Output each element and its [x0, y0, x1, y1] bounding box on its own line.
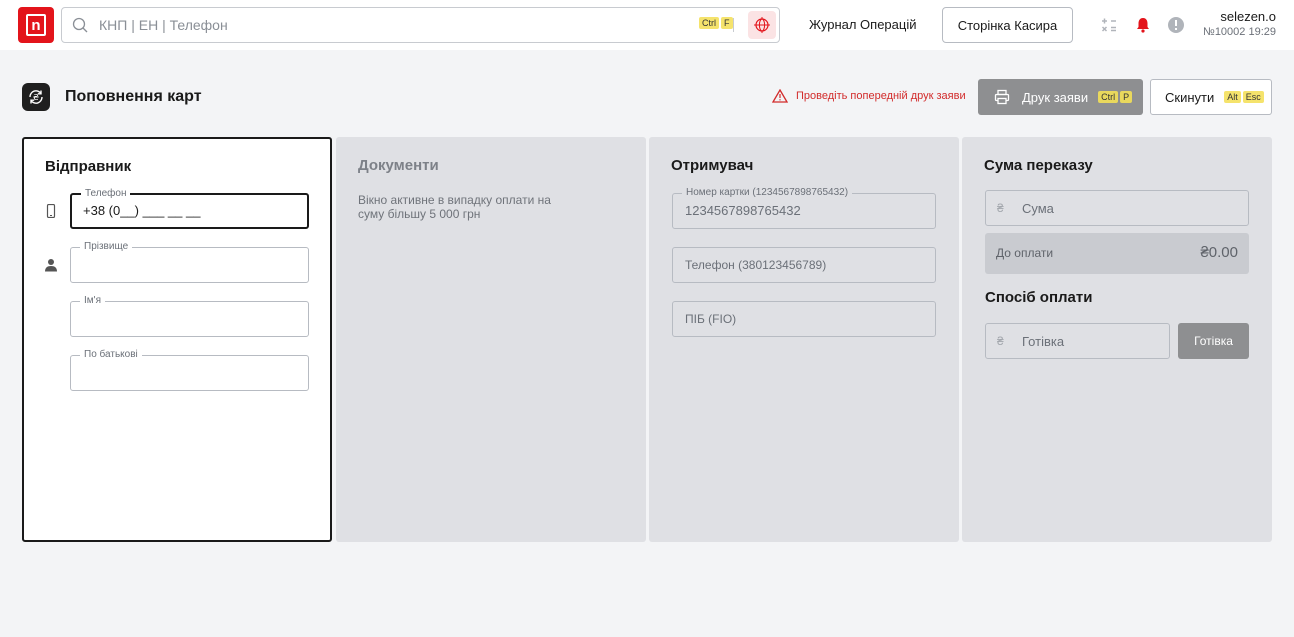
sender-patronymic-field[interactable]: По батькові	[70, 348, 309, 391]
search-icon	[72, 17, 88, 33]
card-top-up-icon: ₴	[22, 83, 50, 111]
amount-input[interactable]: ₴ Сума	[985, 190, 1249, 226]
print-application-button[interactable]: Друк заяви Ctrl P	[978, 79, 1143, 115]
documents-title: Документи	[358, 157, 439, 174]
sender-title: Відправник	[45, 158, 132, 175]
sender-surname-field[interactable]: Прізвище	[70, 240, 309, 283]
to-pay-row: До оплати ₴0.00	[985, 233, 1249, 274]
reset-button-label: Скинути	[1165, 89, 1215, 105]
search-input[interactable]: КНП | ЕН | Телефон Ctrl F	[61, 7, 780, 43]
receiver-phone-field[interactable]: Телефон (380123456789)	[672, 247, 936, 283]
search-divider	[733, 18, 734, 32]
person-icon	[45, 259, 57, 272]
sender-phone-label: Телефон	[81, 187, 131, 200]
search-shortcut: Ctrl F	[697, 13, 733, 31]
sender-surname-label: Прізвище	[80, 240, 133, 253]
print-kbd-ctrl: Ctrl	[1098, 91, 1119, 103]
user-meta: №10002 19:29	[1203, 26, 1276, 38]
receiver-phone-placeholder: Телефон (380123456789)	[685, 258, 827, 272]
cash-payment-button[interactable]: Готівка	[1178, 323, 1249, 359]
hryvnia-refresh-icon: ₴	[29, 90, 43, 104]
logo-letter: n	[26, 14, 46, 36]
sender-phone-field[interactable]: Телефон +38 (0__) ___ __ __	[70, 187, 309, 229]
payment-currency-icon: ₴	[997, 334, 1004, 348]
payment-method-field[interactable]: ₴ Готівка	[985, 323, 1170, 359]
payment-method-title: Спосіб оплати	[985, 289, 1093, 306]
amount-placeholder: Сума	[1022, 201, 1054, 216]
info-icon[interactable]	[1167, 16, 1185, 34]
receiver-card-field[interactable]: Номер картки (1234567898765432) 12345678…	[672, 186, 936, 229]
reset-button[interactable]: Скинути Alt Esc	[1150, 79, 1272, 115]
transfer-sum-panel: Сума переказу ₴ Сума До оплати ₴0.00 Спо…	[962, 137, 1272, 542]
reset-kbd-alt: Alt	[1224, 91, 1241, 103]
sender-name-label: Ім'я	[80, 294, 105, 307]
receiver-fio-field[interactable]: ПІБ (FIO)	[672, 301, 936, 337]
to-pay-label: До оплати	[996, 246, 1054, 260]
receiver-panel: Отримувач Номер картки (1234567898765432…	[649, 137, 959, 542]
search-placeholder: КНП | ЕН | Телефон	[99, 17, 228, 33]
globe-search-button[interactable]	[748, 11, 776, 39]
receiver-fio-placeholder: ПІБ (FIO)	[685, 312, 737, 326]
print-kbd-p: P	[1120, 91, 1133, 103]
warning-icon	[772, 89, 788, 103]
svg-text:₴: ₴	[33, 93, 39, 102]
documents-panel: Документи Вікно активне в випадку оплати…	[336, 137, 646, 542]
payment-method-value: Готівка	[1022, 334, 1065, 349]
sender-phone-value: +38 (0__) ___ __ __	[83, 203, 201, 218]
user-info[interactable]: selezen.o №10002 19:29	[1203, 9, 1276, 38]
phone-icon	[46, 204, 56, 218]
calculator-icon[interactable]	[1100, 16, 1118, 34]
sender-patronymic-label: По батькові	[80, 348, 142, 361]
logo[interactable]: n	[18, 7, 54, 43]
print-warning: Проведіть попередній друк заяви	[772, 89, 966, 103]
top-bar: n КНП | ЕН | Телефон Ctrl F Журнал Операц…	[0, 0, 1294, 50]
bell-icon[interactable]	[1134, 16, 1152, 34]
user-name: selezen.o	[1220, 9, 1276, 24]
cashier-page-button[interactable]: Сторінка Касира	[942, 7, 1073, 43]
sender-panel: Відправник Телефон +38 (0__) ___ __ __ П…	[22, 137, 332, 542]
reset-kbd-esc: Esc	[1242, 91, 1264, 103]
to-pay-value: ₴0.00	[1200, 244, 1238, 261]
receiver-title: Отримувач	[671, 157, 754, 174]
journal-link[interactable]: Журнал Операцій	[809, 17, 917, 32]
globe-icon	[754, 17, 770, 33]
amount-currency-icon: ₴	[997, 201, 1004, 215]
sender-name-field[interactable]: Ім'я	[70, 294, 309, 337]
sum-title: Сума переказу	[984, 157, 1093, 174]
search-kbd-ctrl: Ctrl	[699, 17, 719, 29]
page-title: Поповнення карт	[65, 88, 202, 105]
print-button-label: Друк заяви	[1022, 89, 1089, 105]
receiver-card-label: Номер картки (1234567898765432)	[682, 186, 853, 199]
search-kbd-f: F	[721, 17, 733, 29]
receiver-card-value: 1234567898765432	[685, 203, 801, 218]
print-warning-text: Проведіть попередній друк заяви	[796, 90, 966, 102]
printer-icon	[994, 89, 1010, 105]
documents-note: Вікно активне в випадку оплати на суму б…	[358, 193, 551, 221]
